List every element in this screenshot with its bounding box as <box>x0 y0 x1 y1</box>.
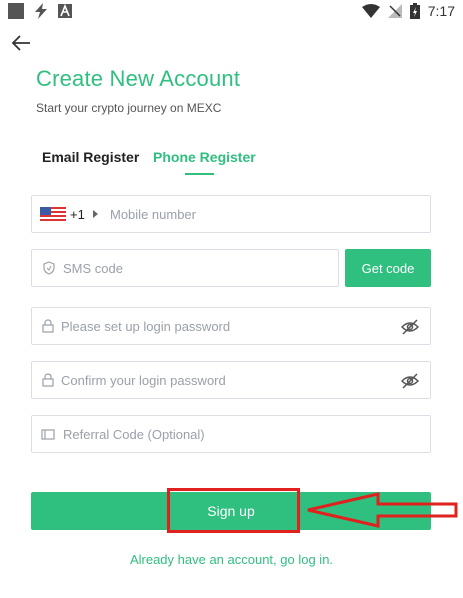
bolt-icon <box>35 3 47 19</box>
get-code-button[interactable]: Get code <box>345 249 431 287</box>
status-bar: 7:17 <box>0 0 463 24</box>
status-time: 7:17 <box>427 3 455 19</box>
login-password-input[interactable]: Please set up login password <box>61 319 230 334</box>
square-icon <box>8 3 24 19</box>
lock-icon <box>42 319 54 333</box>
lock-icon <box>42 373 54 387</box>
sms-code-input[interactable]: SMS code <box>63 261 123 276</box>
wifi-icon <box>361 4 380 18</box>
mobile-number-input[interactable]: Mobile number <box>110 207 196 222</box>
shield-icon <box>43 261 55 275</box>
go-login-link[interactable]: Already have an account, go log in. <box>0 552 463 567</box>
sms-code-field[interactable]: SMS code <box>31 249 339 287</box>
tab-phone-register[interactable]: Phone Register <box>153 149 256 165</box>
mobile-number-field[interactable]: +1 Mobile number <box>31 195 431 233</box>
a-badge-icon <box>58 4 72 18</box>
register-tabs: Email Register Phone Register <box>0 145 463 181</box>
us-flag-icon[interactable] <box>40 207 66 222</box>
active-tab-indicator <box>185 173 214 175</box>
country-code[interactable]: +1 <box>70 207 85 222</box>
no-signal-icon <box>387 4 402 18</box>
back-arrow-icon[interactable] <box>10 32 32 54</box>
confirm-password-input[interactable]: Confirm your login password <box>61 373 226 388</box>
referral-code-field[interactable]: Referral Code (Optional) <box>31 415 431 453</box>
eye-hidden-icon[interactable] <box>401 372 419 390</box>
confirm-password-field[interactable]: Confirm your login password <box>31 361 431 399</box>
pointer-arrow-icon <box>307 492 458 528</box>
battery-icon <box>409 3 420 19</box>
ticket-icon <box>41 429 55 440</box>
eye-hidden-icon[interactable] <box>401 318 419 336</box>
tab-email-register[interactable]: Email Register <box>42 149 139 165</box>
country-dropdown-caret-icon[interactable] <box>93 210 98 218</box>
page-subtitle: Start your crypto journey on MEXC <box>36 101 222 115</box>
page-title: Create New Account <box>36 66 241 91</box>
login-password-field[interactable]: Please set up login password <box>31 307 431 345</box>
referral-code-input[interactable]: Referral Code (Optional) <box>63 427 205 442</box>
